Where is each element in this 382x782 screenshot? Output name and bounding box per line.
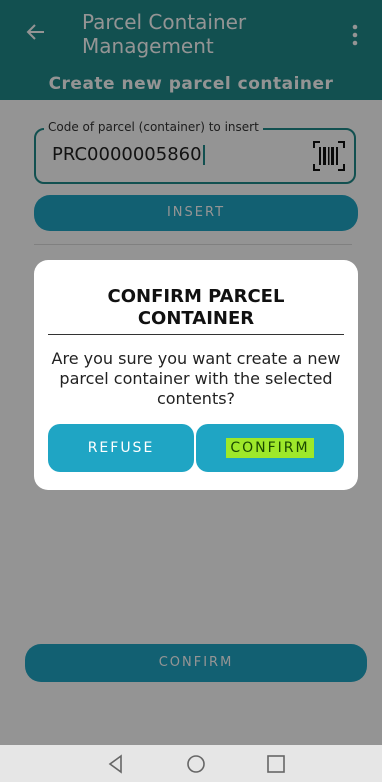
nav-home-icon[interactable] [185, 753, 207, 775]
dialog-confirm-button[interactable]: CONFIRM [196, 424, 344, 472]
dialog-divider [48, 334, 344, 335]
system-nav-bar [0, 745, 382, 782]
dialog-message: Are you sure you want create a new parce… [51, 349, 341, 408]
refuse-button[interactable]: REFUSE [48, 424, 194, 472]
nav-recents-icon[interactable] [265, 753, 287, 775]
dialog-confirm-label: CONFIRM [226, 438, 314, 458]
dialog-title-line1: CONFIRM PARCEL [107, 286, 285, 307]
dialog-title: CONFIRM PARCEL CONTAINER [48, 286, 344, 330]
confirm-dialog: CONFIRM PARCEL CONTAINER Are you sure yo… [34, 260, 358, 490]
nav-back-icon[interactable] [105, 753, 127, 775]
dialog-title-line2: CONTAINER [137, 308, 255, 329]
